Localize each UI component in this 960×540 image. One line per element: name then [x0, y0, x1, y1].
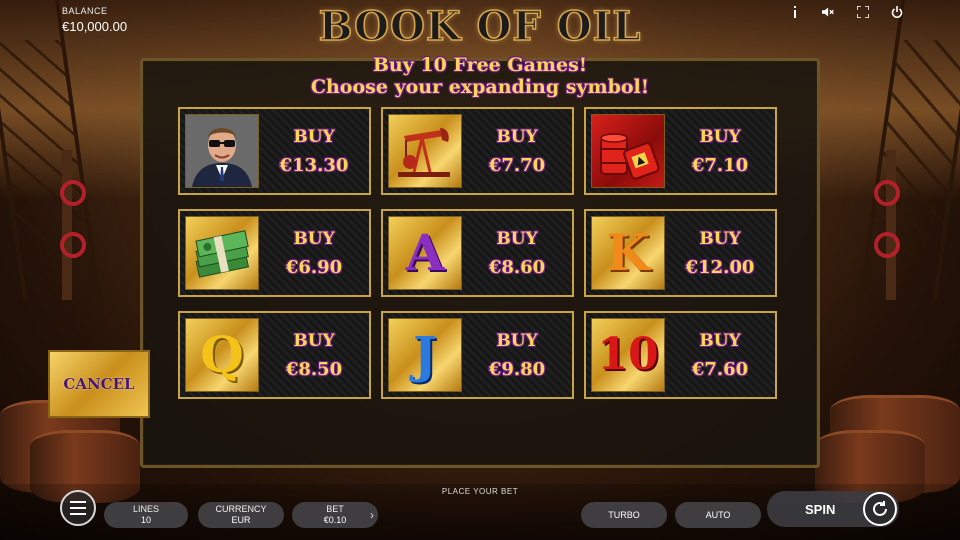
spin-refresh-icon: [863, 492, 897, 526]
buy-text-group: BUY €9.80: [462, 331, 572, 380]
buy-text-group: BUY €13.30: [259, 127, 369, 176]
auto-button[interactable]: AUTO: [675, 502, 761, 528]
letter-a-symbol: A: [388, 216, 462, 290]
balance-label: BALANCE: [62, 6, 108, 16]
letter-j-symbol: J: [388, 318, 462, 392]
price-label: €7.60: [691, 358, 749, 380]
buy-text-group: BUY €12.00: [665, 229, 775, 278]
turbo-label: TURBO: [608, 509, 640, 520]
price-label: €8.60: [488, 256, 546, 278]
letter-j: J: [413, 325, 437, 384]
spin-label: SPIN: [805, 501, 836, 517]
price-label: €7.10: [691, 154, 749, 176]
buy-label: BUY: [699, 330, 741, 351]
buy-option-pump-jack[interactable]: BUY €7.70: [381, 107, 574, 195]
number-10-symbol: 10: [591, 318, 665, 392]
power-icon[interactable]: [890, 5, 904, 19]
lines-selector[interactable]: LINES 10: [104, 502, 188, 528]
letter-k-symbol: K: [591, 216, 665, 290]
buy-text-group: BUY €7.60: [665, 331, 775, 380]
buy-option-barrels[interactable]: BUY €7.10: [584, 107, 777, 195]
balance-value: €10,000.00: [62, 19, 128, 34]
currency-value: EUR: [231, 515, 251, 525]
buy-label: BUY: [293, 126, 335, 147]
lines-value: 10: [140, 515, 151, 525]
price-label: €7.70: [488, 154, 546, 176]
oil-pump-jack-symbol: [388, 114, 462, 188]
pipe-left: [62, 150, 72, 300]
letter-q-symbol: Q: [185, 318, 259, 392]
price-label: €8.50: [285, 358, 343, 380]
buy-option-cash[interactable]: BUY €6.90: [178, 209, 371, 297]
buy-option-j[interactable]: J BUY €9.80: [381, 311, 574, 399]
game-logo: BOOK OF OIL: [318, 3, 642, 51]
headline-line-2: Choose your expanding symbol!: [310, 76, 650, 98]
oil-tycoon-symbol: [185, 114, 259, 188]
letter-a: A: [405, 223, 445, 282]
cash-stack-symbol: [185, 216, 259, 290]
buy-label: BUY: [293, 228, 335, 249]
price-label: €6.90: [285, 256, 343, 278]
buy-label: BUY: [699, 126, 741, 147]
menu-button[interactable]: [60, 490, 96, 526]
valve-wheel-left: [60, 180, 86, 206]
buy-label: BUY: [496, 126, 538, 147]
buy-option-10[interactable]: 10 BUY €7.60: [584, 311, 777, 399]
lines-label: LINES: [132, 504, 159, 514]
price-label: €13.30: [279, 154, 349, 176]
cancel-button[interactable]: CANCEL: [48, 350, 150, 418]
valve-wheel-left-2: [60, 232, 86, 258]
headline-line-1: Buy 10 Free Games!: [372, 54, 588, 76]
hamburger-icon-bar: [70, 501, 86, 503]
buy-option-k[interactable]: K BUY €12.00: [584, 209, 777, 297]
bet-value: €0.10: [323, 515, 347, 525]
pipe-right: [886, 150, 896, 300]
price-label: €12.00: [685, 256, 755, 278]
auto-label: AUTO: [705, 509, 731, 520]
buy-text-group: BUY €8.60: [462, 229, 572, 278]
buy-label: BUY: [496, 330, 538, 351]
valve-wheel-right: [874, 180, 900, 206]
currency-selector[interactable]: CURRENCY EUR: [198, 502, 284, 528]
info-icon[interactable]: [788, 5, 802, 19]
symbol-grid: BUY €13.30 BUY €7.70 BUY €7.10 BUY €6.90…: [178, 107, 778, 399]
currency-label: CURRENCY: [215, 504, 267, 514]
bet-selector[interactable]: BET €0.10: [292, 502, 378, 528]
number-10: 10: [597, 329, 659, 380]
hamburger-icon-bar: [70, 507, 86, 509]
buy-feature-headline: Buy 10 Free Games! Choose your expanding…: [140, 54, 820, 98]
buy-label: BUY: [699, 228, 741, 249]
top-icon-bar: [788, 5, 904, 19]
buy-text-group: BUY €7.10: [665, 127, 775, 176]
valve-wheel-right-2: [874, 232, 900, 258]
spin-button[interactable]: SPIN: [767, 491, 899, 527]
buy-option-q[interactable]: Q BUY €8.50: [178, 311, 371, 399]
letter-k: K: [606, 223, 650, 282]
buy-text-group: BUY €7.70: [462, 127, 572, 176]
letter-q: Q: [200, 325, 244, 384]
bet-label: BET: [326, 504, 344, 514]
buy-option-a[interactable]: A BUY €8.60: [381, 209, 574, 297]
buy-label: BUY: [496, 228, 538, 249]
buy-label: BUY: [293, 330, 335, 351]
fullscreen-icon[interactable]: [856, 5, 870, 19]
oil-barrels-symbol: [591, 114, 665, 188]
hamburger-icon-bar: [70, 513, 86, 515]
buy-option-tycoon[interactable]: BUY €13.30: [178, 107, 371, 195]
turbo-button[interactable]: TURBO: [581, 502, 667, 528]
chevron-right-icon[interactable]: ›: [370, 508, 374, 522]
buy-text-group: BUY €6.90: [259, 229, 369, 278]
price-label: €9.80: [488, 358, 546, 380]
sound-icon[interactable]: [822, 5, 836, 19]
buy-text-group: BUY €8.50: [259, 331, 369, 380]
